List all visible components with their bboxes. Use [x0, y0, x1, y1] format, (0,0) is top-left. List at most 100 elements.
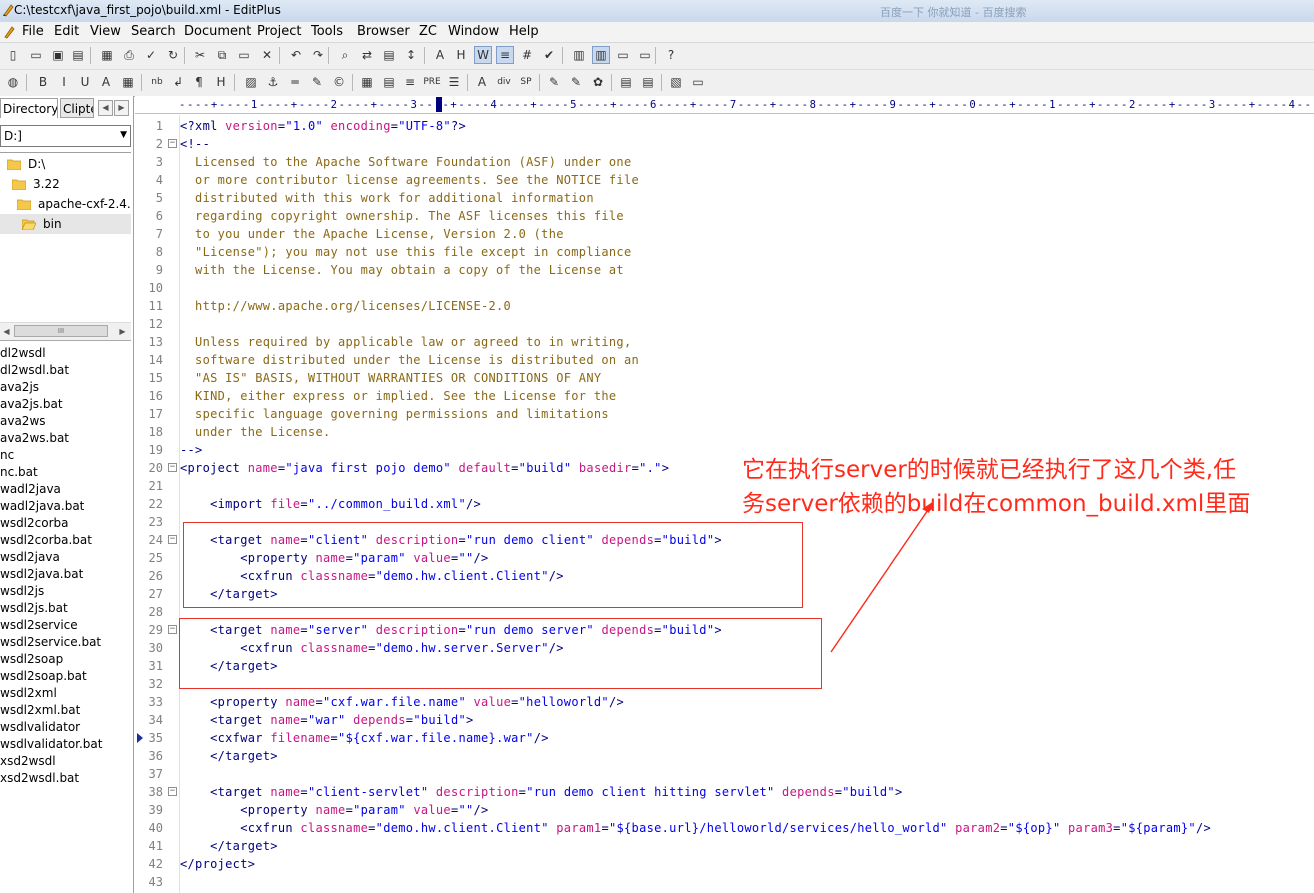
fold-toggle-icon[interactable]: − [168, 787, 177, 796]
dir-item-root[interactable]: D:\ [0, 154, 131, 174]
file-list-item[interactable]: wsdlvalidator.bat [0, 736, 102, 753]
menu-document[interactable]: Document [184, 24, 251, 39]
file-list-item[interactable]: wsdl2java.bat [0, 566, 83, 583]
file-list-item[interactable]: xsd2wsdl.bat [0, 770, 79, 787]
tab-directory[interactable]: Directory [0, 98, 58, 118]
document-menu-icon[interactable] [2, 25, 16, 39]
word-wrap-icon[interactable]: W [474, 46, 492, 64]
find-icon[interactable]: ⌕ [336, 46, 354, 64]
undo-icon[interactable]: ↶ [287, 46, 305, 64]
new-file-icon[interactable]: ▯ [4, 46, 22, 64]
menu-tools[interactable]: Tools [311, 24, 343, 39]
ruler-toggle-icon[interactable]: ≡ [496, 46, 514, 64]
file-list-item[interactable]: wsdl2corba.bat [0, 532, 92, 549]
hex-icon[interactable]: H [452, 46, 470, 64]
directory-hscrollbar[interactable]: ◀ III ▶ [0, 322, 131, 341]
menu-browser[interactable]: Browser [357, 24, 410, 39]
dir-window-icon[interactable]: ▥ [570, 46, 588, 64]
help-icon[interactable]: ? [662, 46, 680, 64]
window-list-icon[interactable]: ▭ [636, 46, 654, 64]
menu-edit[interactable]: Edit [54, 24, 79, 39]
replace-icon[interactable]: ⇄ [358, 46, 376, 64]
span-icon[interactable]: SP [517, 73, 535, 91]
file-list-item[interactable]: wadl2java.bat [0, 498, 84, 515]
goto-line-icon[interactable]: ↕ [402, 46, 420, 64]
file-list-item[interactable]: dl2wsdl [0, 345, 46, 362]
list-icon[interactable]: ☰ [445, 73, 463, 91]
line-break-icon[interactable]: ↲ [169, 73, 187, 91]
font-icon[interactable]: A [431, 46, 449, 64]
file-list-item[interactable]: wsdl2soap.bat [0, 668, 87, 685]
html-toolbar-icon[interactable]: ▤ [617, 73, 635, 91]
hr-icon[interactable]: ═ [286, 73, 304, 91]
cliptext-window-icon[interactable]: ▥ [592, 46, 610, 64]
menu-search[interactable]: Search [131, 24, 176, 39]
nbsp-icon[interactable]: nb [148, 73, 166, 91]
file-list-item[interactable]: nc [0, 447, 14, 464]
redo-icon[interactable]: ↷ [309, 46, 327, 64]
file-list-item[interactable]: wsdlvalidator [0, 719, 80, 736]
paste-icon[interactable]: ▭ [235, 46, 253, 64]
dir-item-3-22[interactable]: 3.22 [0, 174, 131, 194]
check-icon[interactable]: ✔ [540, 46, 558, 64]
file-list-item[interactable]: wadl2java [0, 481, 61, 498]
italic-icon[interactable]: I [55, 73, 73, 91]
image-icon[interactable]: ▨ [242, 73, 260, 91]
file-list-item[interactable]: wsdl2js [0, 583, 44, 600]
delete-icon[interactable]: ✕ [258, 46, 276, 64]
save-icon[interactable]: ▣ [49, 46, 67, 64]
script-icon[interactable]: ✎ [567, 73, 585, 91]
tab-scroll-right-button[interactable]: ▶ [114, 100, 129, 116]
color-picker-icon[interactable]: ✿ [589, 73, 607, 91]
file-list-item[interactable]: ava2ws.bat [0, 430, 69, 447]
line-number-icon[interactable]: # [518, 46, 536, 64]
dir-item-bin[interactable]: bin [0, 214, 131, 234]
print-icon[interactable]: ⎙ [120, 46, 138, 64]
tab-scroll-left-button[interactable]: ◀ [98, 100, 113, 116]
bold-icon[interactable]: B [34, 73, 52, 91]
file-list-item[interactable]: wsdl2service.bat [0, 634, 101, 651]
heading-icon[interactable]: H [212, 73, 230, 91]
fold-toggle-icon[interactable]: − [168, 463, 177, 472]
cut-icon[interactable]: ✂ [191, 46, 209, 64]
font-color-icon[interactable]: A [97, 73, 115, 91]
center-icon[interactable]: ≡ [401, 73, 419, 91]
menu-help[interactable]: Help [509, 24, 539, 39]
fold-toggle-icon[interactable]: − [168, 625, 177, 634]
scroll-right-icon[interactable]: ▶ [116, 323, 129, 340]
menu-project[interactable]: Project [257, 24, 301, 39]
drive-select[interactable]: D:] ▼ [0, 125, 131, 147]
spell-check-icon[interactable]: ✓ [142, 46, 160, 64]
pre-icon[interactable]: PRE [423, 73, 441, 91]
tab-cliptext[interactable]: Cliptext [60, 98, 94, 118]
print-preview-icon[interactable]: ▦ [98, 46, 116, 64]
preview-icon[interactable]: ▧ [667, 73, 685, 91]
comment-icon[interactable]: ✎ [308, 73, 326, 91]
underline-icon[interactable]: U [76, 73, 94, 91]
menu-zc[interactable]: ZC [419, 24, 437, 39]
table-icon[interactable]: ▦ [358, 73, 376, 91]
file-list-item[interactable]: wsdl2java [0, 549, 60, 566]
text-style-icon[interactable]: A [473, 73, 491, 91]
save-all-icon[interactable]: ▤ [69, 46, 87, 64]
anchor-icon[interactable]: ⚓ [264, 73, 282, 91]
file-list-item[interactable]: xsd2wsdl [0, 753, 56, 770]
menu-view[interactable]: View [90, 24, 121, 39]
css-icon[interactable]: ✎ [545, 73, 563, 91]
fold-toggle-icon[interactable]: − [168, 139, 177, 148]
file-list-item[interactable]: wsdl2js.bat [0, 600, 68, 617]
refresh-icon[interactable]: ↻ [164, 46, 182, 64]
file-list-item[interactable]: nc.bat [0, 464, 38, 481]
form-icon[interactable]: ▤ [380, 73, 398, 91]
file-list-item[interactable]: wsdl2corba [0, 515, 69, 532]
copy-icon[interactable]: ⧉ [213, 46, 231, 64]
scroll-left-icon[interactable]: ◀ [0, 323, 13, 340]
div-icon[interactable]: div [495, 73, 513, 91]
file-list-item[interactable]: dl2wsdl.bat [0, 362, 69, 379]
menu-file[interactable]: File [22, 24, 44, 39]
paragraph-icon[interactable]: ¶ [190, 73, 208, 91]
output-window-icon[interactable]: ▭ [614, 46, 632, 64]
menu-window[interactable]: Window [448, 24, 499, 39]
special-chars-icon[interactable]: ▤ [639, 73, 657, 91]
fold-toggle-icon[interactable]: − [168, 535, 177, 544]
